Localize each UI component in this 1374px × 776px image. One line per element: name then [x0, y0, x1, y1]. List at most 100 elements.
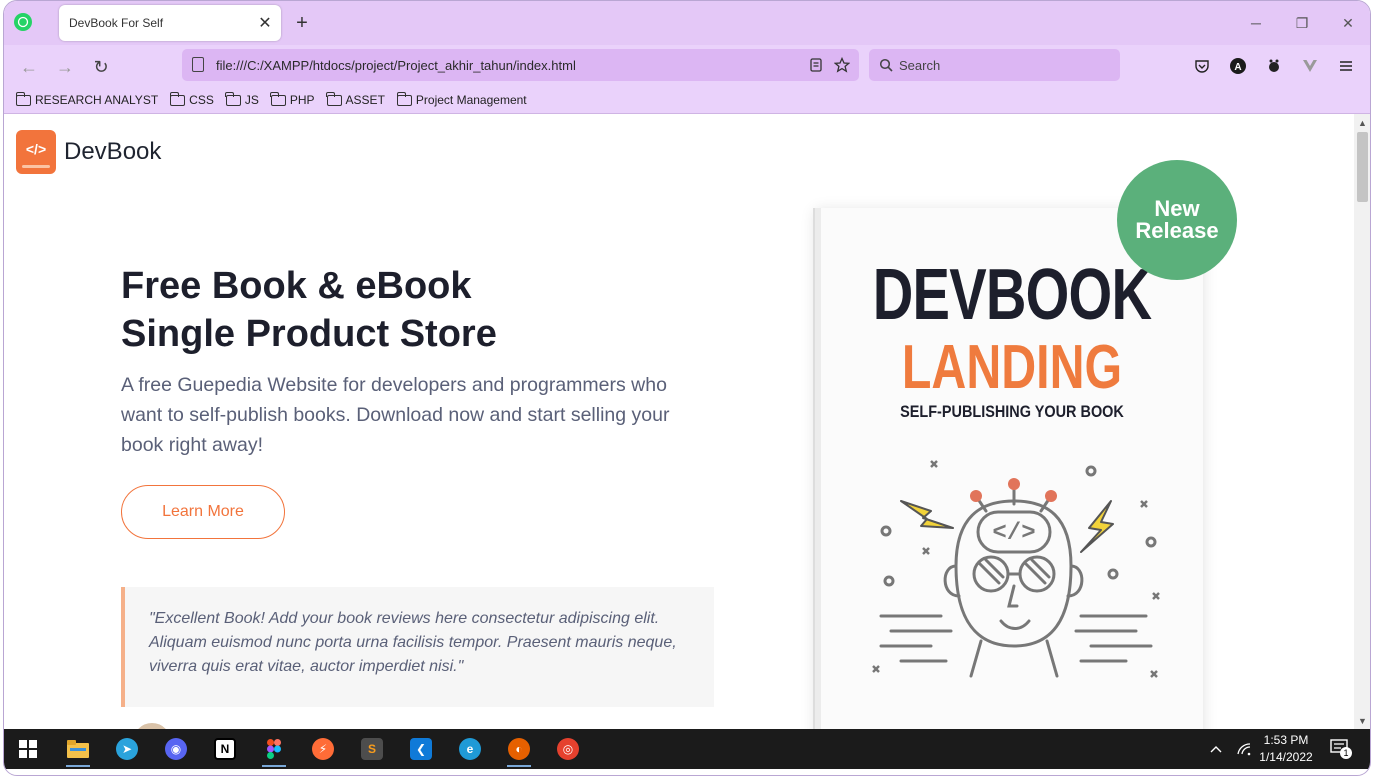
firefox-glyph: ◐ — [508, 738, 530, 760]
chrome-glyph: ◎ — [557, 738, 579, 760]
discord-glyph: ◉ — [165, 738, 187, 760]
account-icon[interactable]: A — [1226, 54, 1250, 78]
wifi-icon[interactable] — [1236, 729, 1252, 769]
windows-start-icon[interactable] — [12, 733, 44, 765]
folder-icon — [225, 91, 241, 106]
scroll-up-icon[interactable]: ▲ — [1354, 114, 1370, 131]
folder-icon — [270, 91, 286, 106]
logo-text: DevBook — [64, 138, 162, 165]
folder-icon — [326, 91, 342, 106]
whatsapp-icon[interactable] — [14, 13, 32, 31]
telegram-icon[interactable]: ➤ — [111, 733, 143, 765]
new-tab-button[interactable]: + — [290, 11, 314, 35]
forward-button[interactable]: → — [52, 54, 78, 80]
book-subtitle: LANDING — [901, 333, 1123, 402]
bookmark-label: RESEARCH ANALYST — [35, 93, 159, 107]
sublime-glyph: S — [361, 738, 383, 760]
extension-icon[interactable] — [1262, 54, 1286, 78]
pocket-icon[interactable] — [1190, 54, 1214, 78]
hero-title-line2: Single Product Store — [121, 313, 497, 355]
notion-glyph: N — [214, 738, 236, 760]
notification-center-icon[interactable]: 1 — [1330, 739, 1352, 759]
notion-icon[interactable]: N — [209, 733, 241, 765]
file-explorer-icon[interactable] — [62, 733, 94, 767]
scroll-down-icon[interactable]: ▼ — [1354, 712, 1370, 729]
vue-devtools-icon[interactable] — [1298, 54, 1322, 78]
restore-button[interactable]: ❐ — [1290, 11, 1314, 35]
discord-icon[interactable]: ◉ — [160, 733, 192, 765]
code-glyph: </> — [992, 520, 1035, 547]
review-quote: "Excellent Book! Add your book reviews h… — [121, 587, 714, 707]
bookmark-css[interactable]: CSS — [169, 91, 214, 107]
menu-hamburger-icon[interactable] — [1334, 54, 1358, 78]
badge-line2: Release — [1135, 218, 1219, 243]
figma-icon[interactable] — [258, 733, 290, 767]
browser-toolbar: ← → ↻ file:///C:/XAMPP/htdocs/project/Pr… — [4, 45, 1370, 87]
bookmark-php[interactable]: PHP — [270, 91, 315, 107]
edge-glyph: e — [459, 738, 481, 760]
edge-icon[interactable]: e — [454, 733, 486, 765]
reader-view-icon[interactable] — [803, 52, 829, 78]
bookmark-label: PHP — [289, 93, 315, 107]
bookmark-js[interactable]: JS — [225, 91, 259, 107]
bookmark-asset[interactable]: ASSET — [326, 91, 385, 107]
browser-titlebar: DevBook For Self ✕ + ─ ❐ ✕ — [4, 1, 1370, 45]
learn-more-button[interactable]: Learn More — [121, 485, 285, 539]
scroll-thumb[interactable] — [1357, 132, 1368, 202]
bookmark-label: CSS — [189, 93, 214, 107]
hero-description: A free Guepedia Website for developers a… — [121, 374, 670, 456]
address-bar[interactable]: file:///C:/XAMPP/htdocs/project/Project_… — [182, 49, 859, 81]
postman-glyph: ⚡ — [312, 738, 334, 760]
logo-mark-glyph: </> — [25, 141, 47, 157]
folder-icon — [169, 91, 186, 106]
svg-text:A: A — [1234, 62, 1241, 73]
browser-window: DevBook For Self ✕ + ─ ❐ ✕ ← → ↻ file://… — [3, 0, 1371, 776]
page-icon — [192, 57, 204, 72]
bookmark-project-management[interactable]: Project Management — [396, 91, 527, 107]
search-input[interactable]: Search — [899, 58, 940, 73]
firefox-icon[interactable]: ◐ — [503, 733, 535, 767]
postman-icon[interactable]: ⚡ — [307, 733, 339, 765]
back-button[interactable]: ← — [16, 54, 42, 80]
developer-illustration-icon: </> — [872, 460, 1160, 678]
minimize-button[interactable]: ─ — [1244, 11, 1268, 35]
bookmarks-bar: RESEARCH ANALYST CSS JS PHP ASSET Projec… — [4, 87, 1370, 114]
system-clock[interactable]: 1:53 PM 1/14/2022 — [1254, 732, 1318, 766]
page-viewport: </> DevBook Free Book & eBook Single Pro… — [4, 114, 1354, 729]
reload-button[interactable]: ↻ — [88, 54, 114, 80]
site-logo[interactable]: </> DevBook — [16, 130, 161, 174]
folder-icon — [396, 91, 412, 106]
sublime-text-icon[interactable]: S — [356, 733, 388, 765]
book-title: DEVBOOK — [872, 255, 1152, 335]
telegram-glyph: ➤ — [116, 738, 138, 760]
tab-title: DevBook For Self — [69, 16, 164, 30]
bookmark-star-icon[interactable] — [829, 52, 855, 78]
notification-count: 1 — [1340, 747, 1352, 759]
vs-code-icon[interactable]: ❮ — [405, 733, 437, 765]
hero-title: Free Book & eBook Single Product Store — [121, 262, 721, 358]
tab-close-icon[interactable]: ✕ — [253, 11, 277, 35]
code-icon: </> — [16, 130, 56, 174]
book-tagline: SELF-PUBLISHING YOUR BOOK — [900, 402, 1124, 421]
hero-title-line1: Free Book & eBook — [121, 265, 472, 307]
bookmark-research-analyst[interactable]: RESEARCH ANALYST — [15, 91, 159, 107]
book-cover: DEVBOOK LANDING SELF-PUBLISHING YOUR BOO… — [815, 208, 1203, 729]
close-window-button[interactable]: ✕ — [1336, 11, 1360, 35]
windows-taskbar: ➤ ◉ N ⚡ S ❮ e ◐ ◎ 1:53 PM 1/14/2022 1 — [4, 729, 1370, 769]
show-hidden-icons[interactable] — [1210, 729, 1222, 769]
tab-devbook[interactable]: DevBook For Self ✕ — [59, 5, 281, 41]
url-text[interactable]: file:///C:/XAMPP/htdocs/project/Project_… — [216, 58, 803, 73]
bookmark-label: ASSET — [345, 93, 385, 107]
vscode-glyph: ❮ — [410, 738, 432, 760]
search-icon — [879, 58, 893, 72]
reviewer-avatar — [130, 720, 174, 729]
search-bar[interactable]: Search — [869, 49, 1120, 81]
new-release-badge: New Release — [1117, 160, 1237, 280]
page-scrollbar[interactable]: ▲ ▼ — [1354, 114, 1370, 729]
bookmark-label: JS — [244, 93, 259, 107]
badge-line1: New — [1154, 196, 1200, 221]
clock-date: 1/14/2022 — [1259, 750, 1313, 764]
bookmark-label: Project Management — [415, 93, 527, 107]
chrome-icon[interactable]: ◎ — [552, 733, 584, 765]
folder-icon — [15, 91, 31, 106]
